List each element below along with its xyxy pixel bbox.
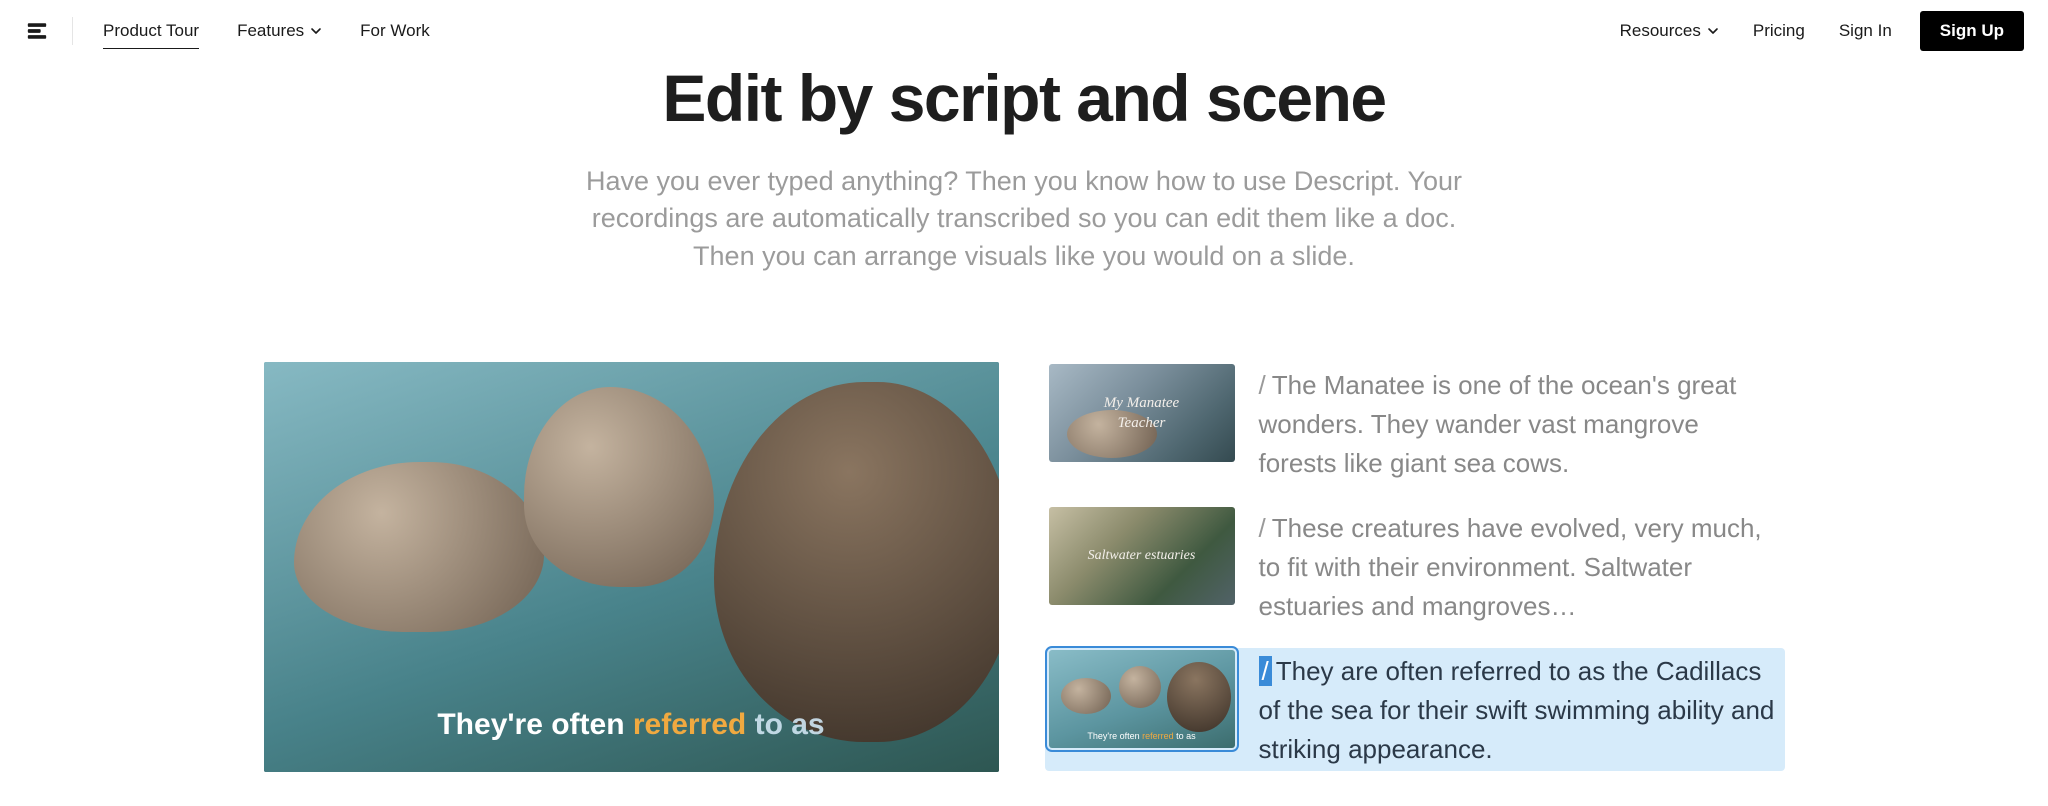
hero-subtitle: Have you ever typed anything? Then you k… [574, 163, 1474, 276]
caption-segment: to as [746, 708, 824, 741]
nav-product-tour[interactable]: Product Tour [89, 15, 213, 47]
nav-right-group: Resources Pricing Sign In Sign Up [1606, 11, 2024, 51]
scene-text-content: They are often referred to as the Cadill… [1259, 656, 1775, 764]
top-nav: Product Tour Features For Work Resources… [0, 0, 2048, 62]
scene-divider-slash: / [1259, 513, 1266, 543]
scene-row-selected[interactable]: They're often referred to as /They are o… [1045, 648, 1785, 771]
scene-transcript-text[interactable]: /These creatures have evolved, very much… [1259, 507, 1781, 626]
video-preview[interactable]: They're often referred to as [264, 362, 999, 772]
scene-text-content: These creatures have evolved, very much,… [1259, 513, 1762, 621]
descript-logo[interactable] [24, 18, 50, 44]
manatee-shape [1167, 662, 1231, 732]
sign-up-button[interactable]: Sign Up [1920, 11, 2024, 51]
nav-sign-in[interactable]: Sign In [1825, 15, 1906, 47]
scene-thumbnail[interactable]: My Manatee Teacher [1049, 364, 1235, 462]
nav-features[interactable]: Features [223, 15, 336, 47]
scene-row[interactable]: Saltwater estuaries /These creatures hav… [1045, 505, 1785, 628]
caption-segment: They're often [437, 708, 633, 741]
scene-divider-slash: / [1259, 370, 1266, 400]
manatee-shape [1061, 678, 1111, 714]
nav-for-work[interactable]: For Work [346, 15, 444, 47]
chevron-down-icon [1707, 25, 1719, 37]
nav-resources-label: Resources [1620, 21, 1701, 41]
nav-resources[interactable]: Resources [1606, 15, 1733, 47]
logo-icon [26, 20, 48, 42]
thumb-caption-segment: They're often [1087, 731, 1142, 741]
nav-left-group: Product Tour Features For Work [24, 15, 444, 47]
caption-highlight-word: referred [633, 708, 746, 741]
content-section: They're often referred to as My Manatee … [0, 362, 2048, 772]
scene-divider-slash-active: / [1259, 656, 1272, 686]
thumb-caption-segment: to as [1174, 731, 1196, 741]
nav-features-label: Features [237, 21, 304, 41]
scene-thumbnail-selected[interactable]: They're often referred to as [1049, 650, 1235, 748]
nav-pricing[interactable]: Pricing [1739, 15, 1819, 47]
video-caption: They're often referred to as [264, 708, 999, 742]
scene-list: My Manatee Teacher /The Manatee is one o… [1045, 362, 1785, 772]
manatee-shape [1119, 666, 1161, 708]
hero-title: Edit by script and scene [0, 62, 2048, 135]
nav-divider [72, 17, 73, 45]
scene-transcript-text[interactable]: /They are often referred to as the Cadil… [1259, 650, 1781, 769]
scene-thumbnail[interactable]: Saltwater estuaries [1049, 507, 1235, 605]
scene-thumb-title: My Manatee Teacher [1104, 393, 1179, 434]
scene-row[interactable]: My Manatee Teacher /The Manatee is one o… [1045, 362, 1785, 485]
thumb-caption-highlight: referred [1142, 731, 1174, 741]
chevron-down-icon [310, 25, 322, 37]
hero-section: Edit by script and scene Have you ever t… [0, 62, 2048, 276]
scene-thumb-title: Saltwater estuaries [1088, 547, 1196, 566]
scene-transcript-text[interactable]: /The Manatee is one of the ocean's great… [1259, 364, 1781, 483]
scene-text-content: The Manatee is one of the ocean's great … [1259, 370, 1737, 478]
scene-thumb-caption: They're often referred to as [1049, 730, 1235, 742]
